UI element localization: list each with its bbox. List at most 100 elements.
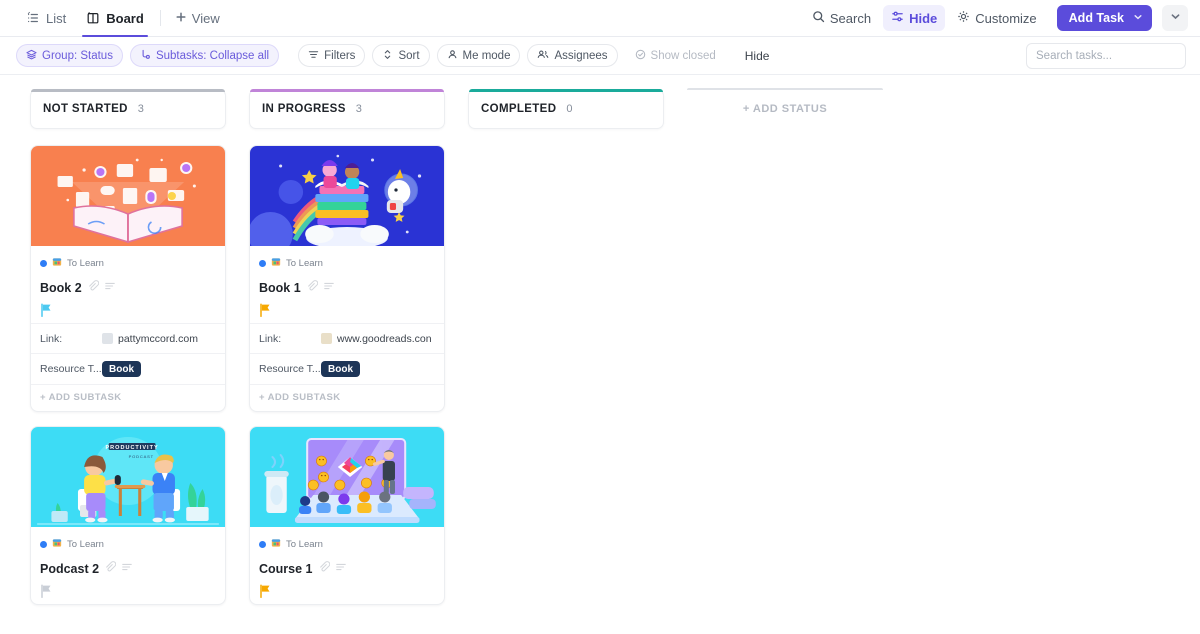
subtasks-label: Subtasks: Collapse all xyxy=(155,49,270,62)
topbar-actions: Search Hide Customize Add Task xyxy=(804,5,1188,31)
column-task-count: 3 xyxy=(355,103,362,115)
task-card[interactable]: PRODUCTIVITY PODCAST To Learn Podcast 2 xyxy=(30,426,226,605)
search-button[interactable]: Search xyxy=(804,5,879,31)
sliders-icon xyxy=(891,10,904,26)
description-icon[interactable] xyxy=(323,279,335,297)
tabs-divider xyxy=(159,10,161,26)
column-header[interactable]: NOT STARTED 3 xyxy=(30,89,226,129)
description-icon[interactable] xyxy=(335,560,347,578)
resource-type-field-row[interactable]: Resource T... Book xyxy=(250,353,444,384)
list-name: To Learn xyxy=(67,538,104,550)
link-field-row[interactable]: Link: www.goodreads.con xyxy=(250,323,444,353)
link-url-text: www.goodreads.con xyxy=(337,332,432,345)
add-status-button[interactable]: + ADD STATUS xyxy=(687,88,883,129)
flag-icon[interactable] xyxy=(259,583,272,603)
flag-icon[interactable] xyxy=(40,302,53,322)
sort-chip[interactable]: Sort xyxy=(372,44,430,67)
gear-icon xyxy=(957,10,970,26)
chevron-down-icon xyxy=(1170,9,1181,27)
chevron-down-icon[interactable] xyxy=(1133,11,1143,25)
task-title-row: Book 2 xyxy=(40,279,216,297)
priority-flag-row[interactable] xyxy=(40,301,216,323)
customize-button-label: Customize xyxy=(975,10,1037,26)
add-subtask-button[interactable]: + ADD SUBTASK xyxy=(31,384,225,411)
task-card-body: To Learn Book 2 xyxy=(31,246,225,323)
subtasks-chip[interactable]: Subtasks: Collapse all xyxy=(129,44,280,67)
add-subtask-button[interactable]: + ADD SUBTASK xyxy=(250,384,444,411)
assignees-label: Assignees xyxy=(554,49,608,62)
add-view-label: View xyxy=(191,10,220,26)
list-icon xyxy=(52,535,62,553)
show-closed-chip[interactable]: Show closed xyxy=(625,44,726,67)
task-title-row: Podcast 2 xyxy=(40,560,216,578)
plus-icon xyxy=(175,11,187,26)
list-name: To Learn xyxy=(286,538,323,550)
task-title[interactable]: Book 1 xyxy=(259,281,301,295)
description-icon[interactable] xyxy=(121,560,133,578)
tab-board-label: Board xyxy=(106,10,144,26)
favicon-icon xyxy=(102,333,113,344)
column-header[interactable]: IN PROGRESS 3 xyxy=(249,89,445,129)
task-title[interactable]: Course 1 xyxy=(259,562,313,576)
customize-button[interactable]: Customize xyxy=(949,5,1044,31)
svg-text:PODCAST: PODCAST xyxy=(129,454,154,459)
add-task-button[interactable]: Add Task xyxy=(1056,5,1152,31)
hide-button[interactable]: Hide xyxy=(883,5,946,31)
attachment-icon[interactable] xyxy=(318,560,330,578)
task-title[interactable]: Book 2 xyxy=(40,281,82,295)
priority-flag-row[interactable] xyxy=(259,301,435,323)
task-card-body: To Learn Book 1 xyxy=(250,246,444,323)
task-card[interactable]: To Learn Book 2 Link: pattymccord.com Re… xyxy=(30,145,226,412)
topbar-overflow-button[interactable] xyxy=(1162,5,1188,31)
priority-flag-row[interactable] xyxy=(259,582,435,604)
filter-toolbar: Group: Status Subtasks: Collapse all Fil… xyxy=(0,37,1200,75)
search-icon xyxy=(812,10,825,26)
status-dot-icon xyxy=(259,259,266,267)
task-title[interactable]: Podcast 2 xyxy=(40,562,99,576)
toolbar-hide-button[interactable]: Hide xyxy=(737,49,778,63)
link-field-value[interactable]: pattymccord.com xyxy=(102,333,198,345)
resource-type-tag[interactable]: Book xyxy=(102,361,141,377)
me-mode-chip[interactable]: Me mode xyxy=(436,44,521,67)
status-dot-icon xyxy=(40,540,47,548)
board-columns: NOT STARTED 3 To Learn Book 2 Link: patt… xyxy=(0,75,1200,634)
filters-chip[interactable]: Filters xyxy=(298,44,366,67)
task-card[interactable]: To Learn Course 1 xyxy=(249,426,445,605)
attachment-icon[interactable] xyxy=(104,560,117,578)
resource-type-field-row[interactable]: Resource T... Book xyxy=(31,353,225,384)
group-by-label: Group: Status xyxy=(42,49,113,62)
add-view-button[interactable]: View xyxy=(167,11,228,26)
link-field-label: Link: xyxy=(40,332,63,345)
flag-icon[interactable] xyxy=(259,302,272,322)
tab-list[interactable]: List xyxy=(16,0,76,36)
hide-button-label: Hide xyxy=(909,10,938,26)
group-by-chip[interactable]: Group: Status xyxy=(16,44,123,67)
column-cards: To Learn Book 1 Link: www.goodreads.con … xyxy=(249,129,445,605)
task-card-body: To Learn Podcast 2 xyxy=(31,527,225,604)
column-task-count: 3 xyxy=(137,103,144,115)
list-name: To Learn xyxy=(286,257,323,269)
column-task-count: 0 xyxy=(566,103,573,115)
task-card[interactable]: To Learn Book 1 Link: www.goodreads.con … xyxy=(249,145,445,412)
flag-icon[interactable] xyxy=(40,583,53,603)
search-tasks-input[interactable] xyxy=(1036,49,1176,62)
tab-board[interactable]: Board xyxy=(76,0,154,37)
link-field-value[interactable]: www.goodreads.con xyxy=(321,333,432,345)
attachment-icon[interactable] xyxy=(306,279,318,297)
link-url-text: pattymccord.com xyxy=(118,332,198,345)
search-button-label: Search xyxy=(829,10,872,26)
description-icon[interactable] xyxy=(104,279,116,297)
task-meta: To Learn xyxy=(259,535,435,553)
sort-label: Sort xyxy=(398,49,420,62)
favicon-icon xyxy=(321,333,332,344)
resource-type-field-label: Resource T... xyxy=(40,363,102,375)
attachment-icon[interactable] xyxy=(87,279,99,297)
resource-type-tag[interactable]: Book xyxy=(321,361,360,377)
search-tasks-box[interactable] xyxy=(1026,42,1186,69)
link-field-row[interactable]: Link: pattymccord.com xyxy=(31,323,225,353)
board-column: NOT STARTED 3 To Learn Book 2 Link: patt… xyxy=(30,89,226,634)
assignees-chip[interactable]: Assignees xyxy=(527,44,618,67)
priority-flag-row[interactable] xyxy=(40,582,216,604)
column-header[interactable]: COMPLETED 0 xyxy=(468,89,664,129)
task-title-row: Book 1 xyxy=(259,279,435,297)
